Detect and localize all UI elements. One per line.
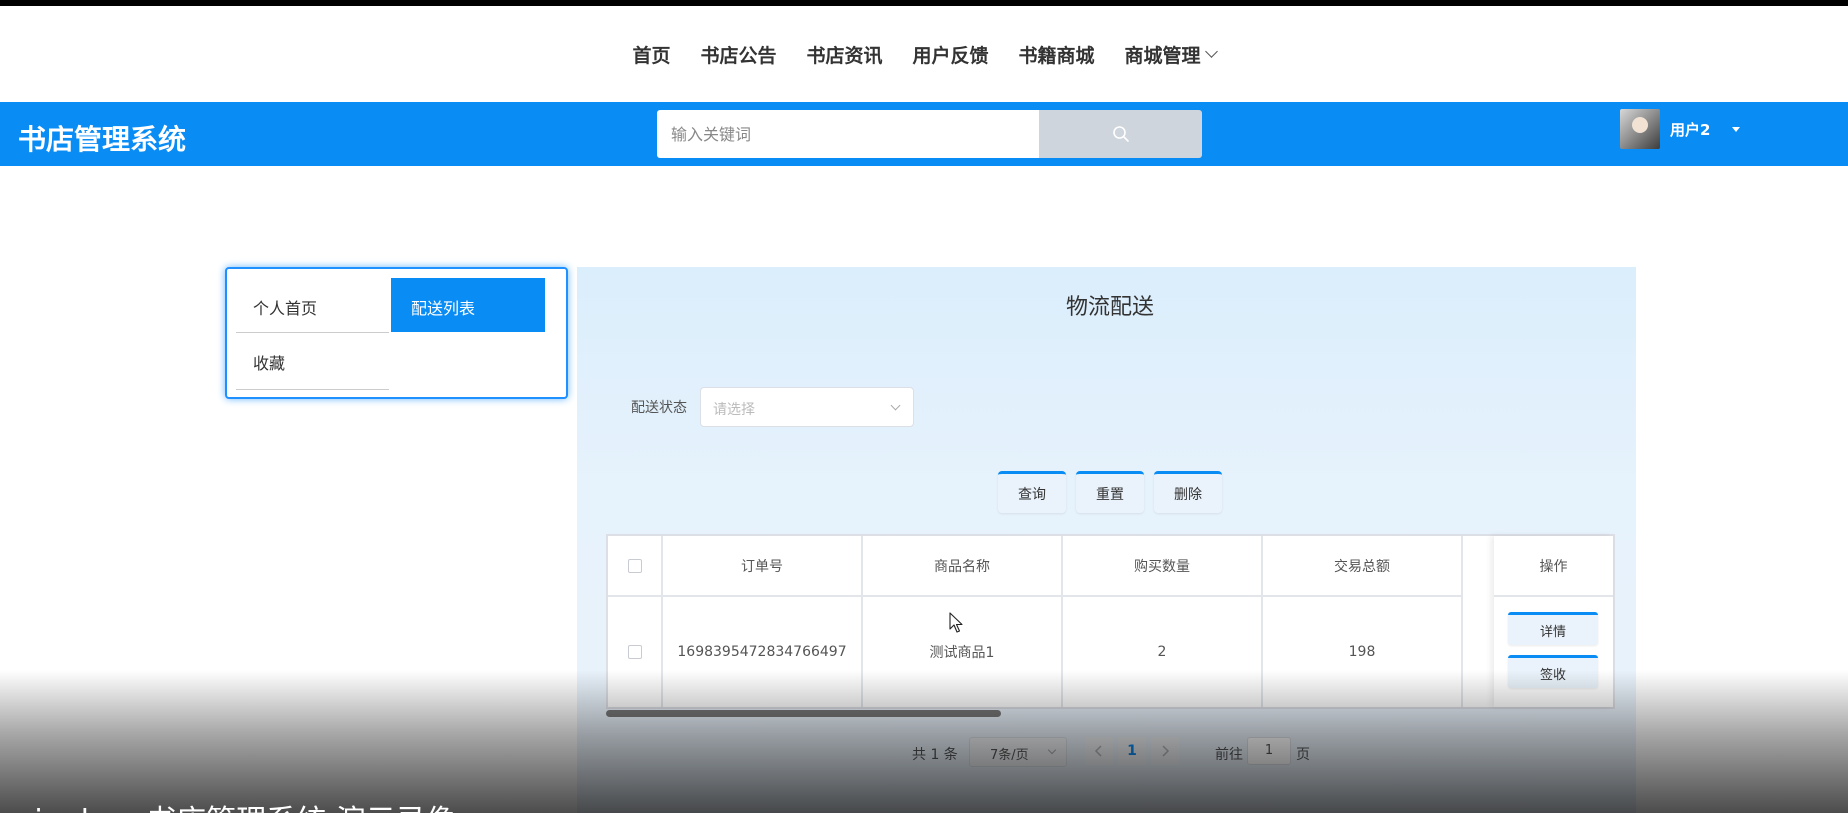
page-number[interactable]: 1 xyxy=(1118,737,1146,765)
delivery-status-select[interactable]: 请选择 xyxy=(700,387,914,427)
sign-receipt-button[interactable]: 签收 xyxy=(1508,655,1598,688)
query-button[interactable]: 查询 xyxy=(998,471,1066,513)
nav-mall-management-label: 商城管理 xyxy=(1124,44,1201,67)
goto-label: 前往 xyxy=(1215,747,1243,763)
column-header-quantity[interactable]: 购买数量 xyxy=(1063,536,1263,597)
caret-down-icon xyxy=(1732,126,1741,132)
goto-page-input[interactable]: 1 xyxy=(1247,737,1291,765)
pagination-total: 共 1 条 xyxy=(912,747,958,763)
nav-book-mall[interactable]: 书籍商城 xyxy=(1019,41,1095,68)
avatar xyxy=(1620,109,1660,149)
delivery-status-placeholder: 请选择 xyxy=(713,402,755,418)
search-button[interactable] xyxy=(1039,110,1202,158)
user-menu[interactable]: 用户2 xyxy=(1620,109,1741,149)
nav-feedback[interactable]: 用户反馈 xyxy=(913,41,989,68)
column-header-actions: 操作 xyxy=(1494,536,1613,597)
chevron-down-icon xyxy=(890,400,901,411)
page-size-select[interactable]: 7条/页 xyxy=(969,737,1067,767)
page-size-value: 7条/页 xyxy=(990,748,1029,763)
chevron-right-icon xyxy=(1162,745,1170,757)
next-page-button[interactable] xyxy=(1151,737,1179,765)
sidebar-item-profile[interactable]: 个人首页 xyxy=(236,278,389,333)
search-input[interactable] xyxy=(657,110,1039,158)
quantity-cell: 2 xyxy=(1063,597,1263,707)
delivery-status-label: 配送状态 xyxy=(631,400,687,416)
actions-column: 操作 详情 签收 xyxy=(1494,536,1613,707)
top-navigation: 首页 书店公告 书店资讯 用户反馈 书籍商城 商城管理 xyxy=(0,6,1848,102)
column-header-order-no[interactable]: 订单号 xyxy=(663,536,863,597)
brand-title: 书店管理系统 xyxy=(18,123,187,156)
search-icon xyxy=(1112,126,1129,142)
table-header-select xyxy=(608,536,663,597)
username: 用户2 xyxy=(1670,120,1711,139)
nav-announcements[interactable]: 书店公告 xyxy=(700,41,776,68)
chevron-left-icon xyxy=(1094,745,1102,757)
product-cell: 测试商品1 xyxy=(863,597,1063,707)
search-box xyxy=(657,110,1202,158)
prev-page-button[interactable] xyxy=(1085,737,1113,765)
reset-button[interactable]: 重置 xyxy=(1076,471,1144,513)
page-title: 物流配送 xyxy=(1065,295,1154,320)
main-panel: 物流配送 配送状态 请选择 查询 重置 删除 订单号 商品名称 购买数量 交易总… xyxy=(577,267,1636,813)
total-cell: 198 xyxy=(1263,597,1463,707)
order-no-cell: 1698395472834766497 xyxy=(663,597,863,707)
header-bar: 书店管理系统 用户2 xyxy=(0,102,1848,166)
column-header-total[interactable]: 交易总额 xyxy=(1263,536,1463,597)
sidebar-menu: 个人首页 配送列表 收藏 xyxy=(225,267,568,399)
mouse-cursor-icon xyxy=(949,612,963,633)
table-horizontal-scrollbar[interactable] xyxy=(606,709,1615,717)
chevron-down-icon xyxy=(1204,44,1218,58)
delete-button[interactable]: 删除 xyxy=(1154,471,1222,513)
scrollbar-thumb[interactable] xyxy=(606,710,1001,717)
row-checkbox[interactable] xyxy=(627,645,642,659)
nav-mall-management[interactable]: 商城管理 xyxy=(1124,41,1218,68)
chevron-down-icon xyxy=(1047,745,1057,755)
nav-home[interactable]: 首页 xyxy=(632,41,670,68)
nav-news[interactable]: 书店资讯 xyxy=(806,41,882,68)
column-header-product[interactable]: 商品名称 xyxy=(863,536,1063,597)
sidebar-item-delivery-list[interactable]: 配送列表 xyxy=(391,278,545,332)
video-caption: ringbo...书店管理系统 演示录像 xyxy=(22,796,456,813)
page-suffix-label: 页 xyxy=(1296,747,1310,763)
row-select-cell xyxy=(608,597,663,707)
select-all-checkbox[interactable] xyxy=(627,558,642,573)
pagination: 共 1 条 7条/页 1 前往 1 页 xyxy=(577,737,1636,767)
sidebar-item-favorites[interactable]: 收藏 xyxy=(236,335,389,390)
delivery-table: 订单号 商品名称 购买数量 交易总额 1698395472834766497 测… xyxy=(606,534,1615,709)
details-button[interactable]: 详情 xyxy=(1508,612,1598,645)
